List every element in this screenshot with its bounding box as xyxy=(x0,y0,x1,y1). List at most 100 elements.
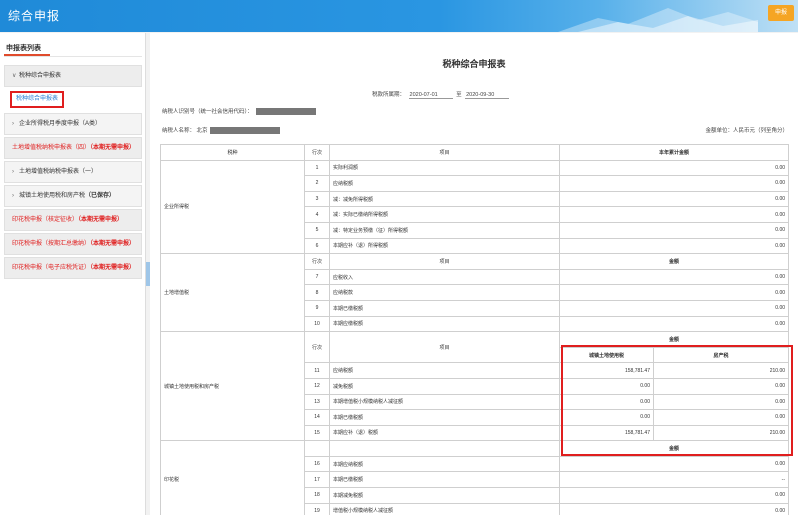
line-no: 10 xyxy=(304,315,330,333)
period-label: 税款所属期： xyxy=(372,92,406,98)
app-header: 综合申报 申报 xyxy=(0,0,798,32)
form-panel: 税种综合申报表 税款所属期： 2020-07-01 至 2020-09-30 纳… xyxy=(150,33,798,515)
taxpayer-name-redacted xyxy=(209,127,280,135)
item-label: 实际利润额 xyxy=(329,159,560,177)
menu-item-stamp-electronic[interactable]: 印花税申报（电子应税凭证）（本期无需申报） xyxy=(4,257,142,279)
amount-cell[interactable]: 0.00 xyxy=(558,221,790,239)
taxpayer-id-label: 纳税人识别号（统一社会信用代码）： xyxy=(162,109,253,115)
amount-cell[interactable]: 0.00 xyxy=(558,190,790,208)
amount-cell[interactable]: 0.00 xyxy=(558,502,790,515)
menu-item-comprehensive-form[interactable]: 税种综合申报表 xyxy=(4,89,142,111)
menu-item-lvt-4[interactable]: 土地增值税纳税申报表（四）（本期无需申报） xyxy=(4,137,142,159)
chevron-right-icon: › xyxy=(12,169,14,175)
item-label: 本期应纳税额 xyxy=(329,455,560,473)
property-amount-cell[interactable]: 0.00 xyxy=(652,393,790,411)
item-label: 本期应缴税额 xyxy=(329,315,560,333)
amount-cell[interactable]: 0.00 xyxy=(558,284,790,301)
col-header-line: 行次 xyxy=(304,331,330,364)
item-label: 本期增值税小规模纳税人减征额 xyxy=(329,393,560,411)
declare-button[interactable]: 申报 xyxy=(768,5,794,21)
amount-cell[interactable]: 0.00 xyxy=(558,455,790,473)
amount-cell[interactable]: 0.00 xyxy=(558,237,790,255)
menu-item-status: （本期无需申报） xyxy=(78,217,124,223)
item-empty xyxy=(329,440,560,457)
item-label: 本期减免税额 xyxy=(329,487,560,504)
amount-cell[interactable]: 0.00 xyxy=(558,315,790,333)
menu-item-status: （本期无需申报） xyxy=(90,241,136,247)
line-no: 19 xyxy=(304,502,330,515)
form-title: 税种综合申报表 xyxy=(442,59,506,69)
taxpayer-id-redacted xyxy=(255,108,316,116)
col-header-ytd: 本年累计金额 xyxy=(558,144,790,161)
menu-item-status: （本期无需申报） xyxy=(90,265,136,271)
menu-item-lvt-1[interactable]: › 土地增值税纳税申报表（一） xyxy=(4,161,142,183)
item-label: 增值税小规模纳税人减征额 xyxy=(329,502,560,515)
line-no: 16 xyxy=(304,455,330,473)
amount-cell[interactable]: 0.00 xyxy=(558,299,790,317)
col-header-amount: 金额 xyxy=(558,253,790,270)
item-label: 本期应补（退）税额 xyxy=(329,424,560,442)
taxpayer-name: 纳税人名称： 北京 xyxy=(162,126,280,135)
section-header-row: 印花税 金额 xyxy=(160,440,790,515)
amount-cell[interactable]: 0.00 xyxy=(558,268,790,286)
land-use-amount-cell[interactable]: 0.00 xyxy=(559,409,654,426)
line-no: 3 xyxy=(304,190,330,208)
line-no: 14 xyxy=(304,409,330,426)
line-no: 11 xyxy=(304,362,330,379)
menu-item-label: 土地增值税纳税申报表（四） xyxy=(12,145,91,151)
table-header-row: 税种 行次 项目 本年累计金额 xyxy=(160,144,790,161)
menu-item-label: 印花税申报（电子应税凭证） xyxy=(12,265,91,271)
section-cit-name: 企业所得税 xyxy=(160,159,305,255)
taxpayer-id: 纳税人识别号（统一社会信用代码）： xyxy=(162,107,316,116)
item-label: 减免税额 xyxy=(329,377,560,395)
col-header-land-use-tax: 城镇土地使用税 xyxy=(559,346,654,364)
sidebar-tab-title[interactable]: 申报表列表 xyxy=(6,43,41,53)
menu-item-label: 印花税申报（按期汇总缴纳） xyxy=(12,241,91,247)
section-stamp-name: 印花税 xyxy=(160,440,305,515)
line-no: 18 xyxy=(304,487,330,504)
amount-cell[interactable]: 0.00 xyxy=(558,159,790,177)
land-use-amount-cell[interactable]: 158,781.47 xyxy=(559,362,654,379)
sidebar: 申报表列表 ∨ 税种综合申报表 税种综合申报表 › 企业所得税月季度申报（A类） 土… xyxy=(0,33,146,515)
menu-item-label: 印花税申报（核定征收） xyxy=(12,217,79,223)
menu-item-comprehensive-group[interactable]: ∨ 税种综合申报表 xyxy=(4,65,142,87)
mountain-decoration-icon xyxy=(558,8,758,32)
amount-cell[interactable]: 0.00 xyxy=(558,487,790,504)
land-use-amount-cell[interactable]: 0.00 xyxy=(559,377,654,395)
menu-item-label: 企业所得税月季度申报（A类） xyxy=(19,121,102,127)
section-land-name: 城镇土地使用税和房产税 xyxy=(160,331,305,442)
chevron-down-icon: ∨ xyxy=(12,73,17,79)
menu-item-label: 税种综合申报表 xyxy=(19,73,62,79)
property-amount-cell[interactable]: 0.00 xyxy=(652,377,790,395)
item-label: 减：减免所得税额 xyxy=(329,190,560,208)
period-end-field[interactable]: 2020-09-30 xyxy=(465,92,510,99)
amount-cell[interactable]: 0.00 xyxy=(558,206,790,223)
menu-item-status: （已保存） xyxy=(85,193,116,199)
amount-cell[interactable]: 0.00 xyxy=(558,175,790,192)
line-no: 4 xyxy=(304,206,330,223)
menu-item-stamp-periodic[interactable]: 印花税申报（按期汇总缴纳）（本期无需申报） xyxy=(4,233,142,255)
menu-item-stamp-assessed[interactable]: 印花税申报（核定征收）（本期无需申报） xyxy=(4,209,142,231)
line-no: 17 xyxy=(304,471,330,489)
land-use-amount-cell[interactable]: 158,781.47 xyxy=(559,424,654,442)
line-no: 9 xyxy=(304,299,330,317)
property-amount-cell[interactable]: 0.00 xyxy=(652,409,790,426)
amount-cell[interactable]: -- xyxy=(558,471,790,489)
item-label: 应税收入 xyxy=(329,268,560,286)
line-no: 1 xyxy=(304,159,330,177)
item-label: 应纳税额 xyxy=(329,362,560,379)
menu-item-cit[interactable]: › 企业所得税月季度申报（A类） xyxy=(4,113,142,135)
land-use-amount-cell[interactable]: 0.00 xyxy=(559,393,654,411)
menu-item-land-property[interactable]: › 城镇土地使用税和房产税（已保存） xyxy=(4,185,142,207)
item-label: 本期应补（退）所得税额 xyxy=(329,237,560,255)
col-header-item: 项目 xyxy=(329,253,560,270)
property-amount-cell[interactable]: 210.00 xyxy=(652,424,790,442)
col-header-property-tax: 房产税 xyxy=(652,346,790,364)
table-row: 企业所得税 1 实际利润额 0.00 xyxy=(160,159,790,255)
chevron-right-icon: › xyxy=(12,121,14,127)
property-amount-cell[interactable]: 210.00 xyxy=(652,362,790,379)
col-header-amount: 金额 xyxy=(558,440,790,457)
period-start-field[interactable]: 2020-07-01 xyxy=(408,92,453,99)
line-no: 15 xyxy=(304,424,330,442)
section-header-row: 城镇土地使用税和房产税 行次 项目 金额 xyxy=(160,331,790,442)
